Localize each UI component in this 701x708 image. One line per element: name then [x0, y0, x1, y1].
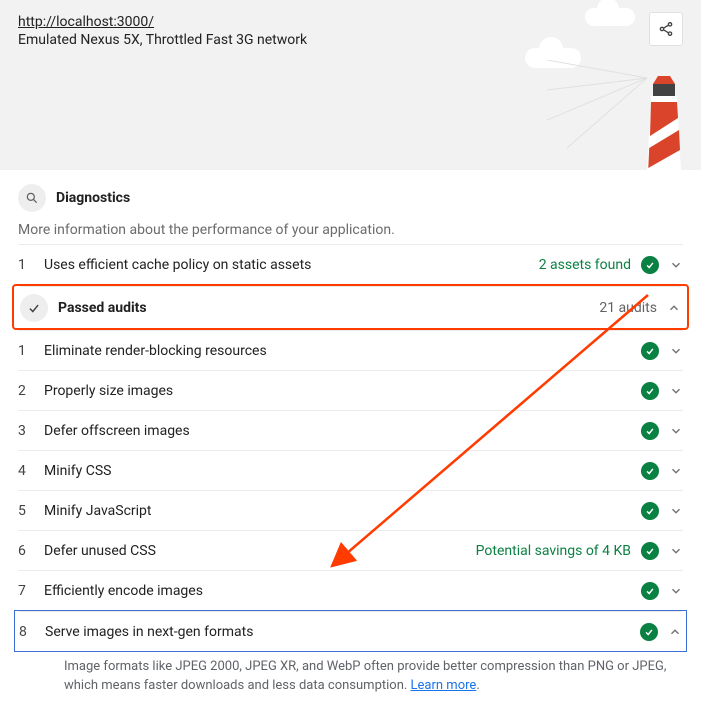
chevron-down-icon: [669, 384, 683, 398]
row-label: Defer unused CSS: [44, 543, 476, 559]
row-label: Eliminate render-blocking resources: [44, 343, 641, 359]
learn-more-link[interactable]: Learn more: [411, 678, 477, 693]
diagnostics-heading: Diagnostics: [18, 170, 683, 212]
row-number: 7: [18, 583, 44, 599]
highlight-serve-nextgen: 8 Serve images in next-gen formats: [14, 610, 687, 652]
pass-check-icon: [641, 582, 659, 600]
chevron-down-icon: [669, 544, 683, 558]
checkmark-icon: [20, 294, 48, 322]
passed-row[interactable]: 6 Defer unused CSS Potential savings of …: [18, 530, 683, 570]
description-text: Image formats like JPEG 2000, JPEG XR, a…: [64, 659, 666, 693]
passed-audits-title: Passed audits: [58, 300, 589, 316]
pass-check-icon: [641, 542, 659, 560]
report-subtitle: Emulated Nexus 5X, Throttled Fast 3G net…: [18, 32, 683, 48]
pass-check-icon: [641, 342, 659, 360]
row-label: Efficiently encode images: [44, 583, 641, 599]
audit-expanded-description: Image formats like JPEG 2000, JPEG XR, a…: [18, 652, 683, 708]
chevron-down-icon: [669, 464, 683, 478]
passed-row[interactable]: 4 Minify CSS: [18, 450, 683, 490]
report-header: http://localhost:3000/ Emulated Nexus 5X…: [0, 0, 701, 170]
chevron-down-icon: [669, 258, 683, 272]
passed-row[interactable]: 2 Properly size images: [18, 370, 683, 410]
row-number: 1: [18, 257, 44, 273]
diagnostics-row[interactable]: 1 Uses efficient cache policy on static …: [18, 244, 683, 284]
pass-check-icon: [640, 623, 658, 641]
diagnostics-subtitle: More information about the performance o…: [18, 222, 683, 238]
lighthouse-icon: [641, 60, 687, 170]
passed-audits-header[interactable]: Passed audits 21 audits: [20, 286, 681, 328]
share-icon: [658, 21, 674, 37]
row-detail: Potential savings of 4 KB: [476, 543, 631, 559]
row-label: Uses efficient cache policy on static as…: [44, 257, 539, 273]
row-number: 8: [19, 624, 45, 640]
chevron-down-icon: [669, 344, 683, 358]
row-number: 6: [18, 543, 44, 559]
pass-check-icon: [641, 502, 659, 520]
cloud-decoration: [585, 8, 635, 26]
diagnostics-title: Diagnostics: [56, 190, 130, 206]
pass-check-icon: [641, 382, 659, 400]
passed-row[interactable]: 7 Efficiently encode images: [18, 570, 683, 610]
report-url: http://localhost:3000/: [18, 14, 683, 30]
row-detail: 2 assets found: [539, 257, 631, 273]
share-button[interactable]: [649, 12, 683, 46]
pass-check-icon: [641, 422, 659, 440]
row-number: 1: [18, 343, 44, 359]
chevron-down-icon: [669, 504, 683, 518]
row-number: 3: [18, 423, 44, 439]
diagnostics-section: Diagnostics More information about the p…: [0, 170, 701, 708]
chevron-up-icon: [668, 625, 682, 639]
passed-row[interactable]: 1 Eliminate render-blocking resources: [18, 330, 683, 370]
passed-row[interactable]: 8 Serve images in next-gen formats: [19, 611, 682, 651]
row-label: Serve images in next-gen formats: [45, 624, 640, 640]
passed-row[interactable]: 3 Defer offscreen images: [18, 410, 683, 450]
row-number: 2: [18, 383, 44, 399]
passed-row[interactable]: 5 Minify JavaScript: [18, 490, 683, 530]
row-label: Minify CSS: [44, 463, 641, 479]
chevron-down-icon: [669, 584, 683, 598]
row-label: Properly size images: [44, 383, 641, 399]
row-number: 5: [18, 503, 44, 519]
row-label: Defer offscreen images: [44, 423, 641, 439]
pass-check-icon: [641, 462, 659, 480]
magnifier-icon: [18, 184, 46, 212]
chevron-down-icon: [669, 424, 683, 438]
passed-audits-count: 21 audits: [599, 300, 657, 316]
chevron-up-icon: [667, 301, 681, 315]
row-label: Minify JavaScript: [44, 503, 641, 519]
pass-check-icon: [641, 256, 659, 274]
highlight-passed-audits: Passed audits 21 audits: [12, 284, 689, 330]
row-number: 4: [18, 463, 44, 479]
